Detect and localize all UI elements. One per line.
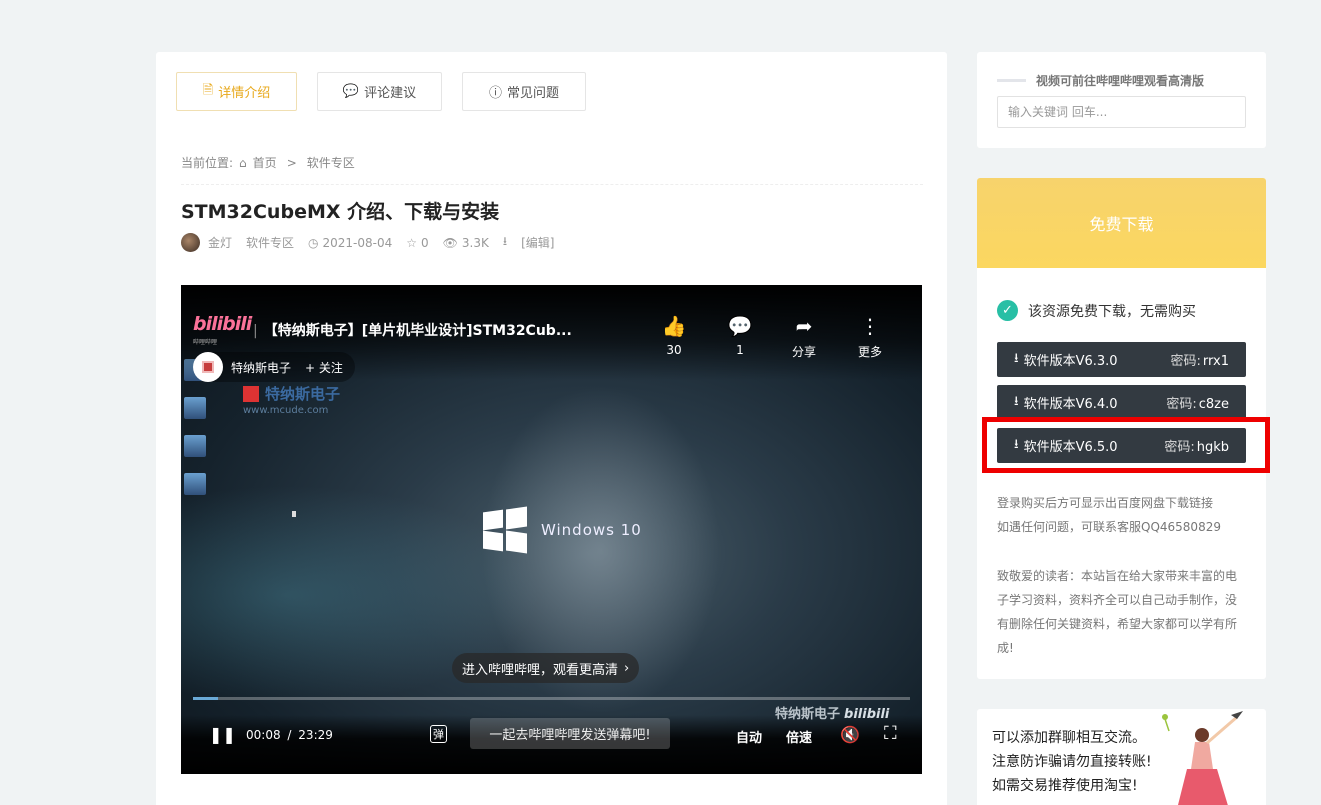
comments-icon: 💬 (342, 84, 360, 99)
group-card: 可以添加群聊相互交流。 注意防诈骗请勿直接转账! 如需交易推荐使用淘宝! (977, 709, 1266, 805)
video-watermark-url: www.mcude.com (243, 405, 329, 416)
tab-details[interactable]: 🗎 详情介绍 (176, 72, 297, 111)
open-bilibili-button[interactable]: 进入哔哩哔哩，观看更高清 › (452, 653, 640, 683)
video-watermark: 特纳斯电子 (265, 385, 341, 403)
free-note: ✓ 该资源免费下载，无需购买 (997, 300, 1196, 321)
comment-icon: 💬 (727, 314, 753, 338)
avatar (181, 233, 200, 252)
danmaku-toggle[interactable]: 弹 (430, 725, 447, 743)
fullscreen-icon[interactable]: ⛶ (884, 723, 897, 744)
download-button-v630[interactable]: ⭳ 软件版本V6.3.0 密码: rrx1 (997, 342, 1246, 377)
search-card: 视频可前往哔哩哔哩观看高清版 (977, 52, 1266, 148)
tab-faq[interactable]: ⓘ 常见问题 (462, 72, 586, 111)
windows-logo-icon (483, 506, 527, 554)
pause-button[interactable]: ❚❚ (209, 725, 236, 744)
more-icon: ⋮ (860, 314, 880, 338)
progress-fill (193, 697, 219, 700)
date: ◷ 2021-08-04 (308, 235, 393, 250)
login-note: 登录购买后方可显示出百度网盘下载链接 如遇任何问题，可联系客服QQ4658082… (997, 496, 1221, 534)
video-title[interactable]: | 【特纳斯电子】[单片机毕业设计]STM32Cub... (253, 320, 572, 340)
star-icon: ☆ (406, 235, 418, 250)
page-title: STM32CubeMX 介绍、下载与安装 (181, 201, 500, 223)
bilibili-logo[interactable]: bilibili (193, 313, 252, 335)
mute-icon[interactable]: 🔇 (840, 725, 860, 744)
download-icon: ⭳ (1014, 350, 1019, 366)
comment-button[interactable]: 💬 1 (718, 315, 762, 357)
video-progress-bar[interactable] (193, 697, 910, 700)
uploader-avatar[interactable] (193, 352, 223, 382)
download-card-title: 免费下载 (977, 178, 1266, 268)
like-button[interactable]: 👍 30 (652, 315, 696, 357)
share-icon: ➦ (795, 314, 813, 338)
follow-button[interactable]: + 关注 (305, 359, 343, 376)
article-meta: 金灯 软件专区 ◷ 2021-08-04 ☆ 0 👁 3.3K ⭳ [编辑] (181, 232, 554, 253)
chevron-right-icon: › (624, 660, 630, 676)
breadcrumb-separator: > (286, 155, 297, 170)
group-text: 可以添加群聊相互交流。 注意防诈骗请勿直接转账! 如需交易推荐使用淘宝! (992, 730, 1152, 794)
view-count: 👁 3.3K (442, 235, 489, 250)
breadcrumb-current[interactable]: 软件专区 (307, 154, 355, 171)
document-icon: 🗎 (202, 82, 214, 98)
mouse-cursor-icon (292, 511, 296, 517)
time-display: 00:08 / 23:29 (246, 728, 333, 742)
download-button-v640[interactable]: ⭳ 软件版本V6.4.0 密码: c8ze (997, 385, 1246, 420)
category-link[interactable]: 软件专区 (246, 234, 294, 251)
check-circle-icon: ✓ (997, 300, 1018, 321)
eye-icon: 👁 (442, 235, 458, 250)
breadcrumb-home[interactable]: 首页 (253, 154, 277, 171)
speed-button[interactable]: 倍速 (786, 727, 812, 746)
star-count[interactable]: ☆ 0 (406, 236, 428, 250)
bottom-watermark: 特纳斯电子 bilibili (775, 707, 890, 722)
article-card: 🗎 详情介绍 💬 评论建议 ⓘ 常见问题 当前位置: ⌂ 首页 > 软件专区 S… (156, 52, 947, 805)
quality-button[interactable]: 自动 (736, 727, 762, 746)
clock-icon: ◷ (308, 235, 319, 250)
danmaku-input[interactable]: 一起去哔哩哔哩发送弹幕吧! (470, 718, 670, 749)
watermark-logo (243, 386, 259, 402)
divider (181, 184, 923, 185)
more-button[interactable]: ⋮ 更多 (848, 315, 892, 360)
tab-comments[interactable]: 💬 评论建议 (317, 72, 442, 111)
notice-title: 视频可前往哔哩哔哩观看高清版 (997, 72, 1204, 89)
download-icon: ⭳ (1014, 393, 1019, 409)
uploader-name[interactable]: 特纳斯电子 (231, 359, 291, 376)
edit-link[interactable]: [编辑] (521, 234, 554, 251)
breadcrumb: 当前位置: ⌂ 首页 > 软件专区 (181, 154, 355, 171)
highlight-annotation (982, 417, 1270, 473)
download-meta[interactable]: ⭳ (503, 232, 507, 253)
question-icon: ⓘ (488, 86, 502, 101)
uploader-badge: 特纳斯电子 + 关注 (193, 352, 355, 382)
reader-note: 致敬爱的读者：本站旨在给大家带来丰富的电子学习资料，资料齐全可以自己动手制作，没… (997, 569, 1238, 655)
download-icon: ⭳ (502, 234, 508, 248)
search-input[interactable] (997, 96, 1246, 128)
bilibili-logo-sub: 哔哩哔哩 (193, 339, 218, 346)
video-center-text: Windows 10 (541, 521, 642, 539)
share-button[interactable]: ➦ 分享 (782, 315, 826, 360)
home-icon: ⌂ (239, 155, 247, 170)
girl-illustration (1162, 711, 1243, 805)
author[interactable]: 金灯 (181, 233, 232, 252)
video-player[interactable]: 特纳斯电子 www.mcude.com Windows 10 bilibili … (181, 285, 922, 774)
thumbs-up-icon: 👍 (661, 314, 687, 338)
